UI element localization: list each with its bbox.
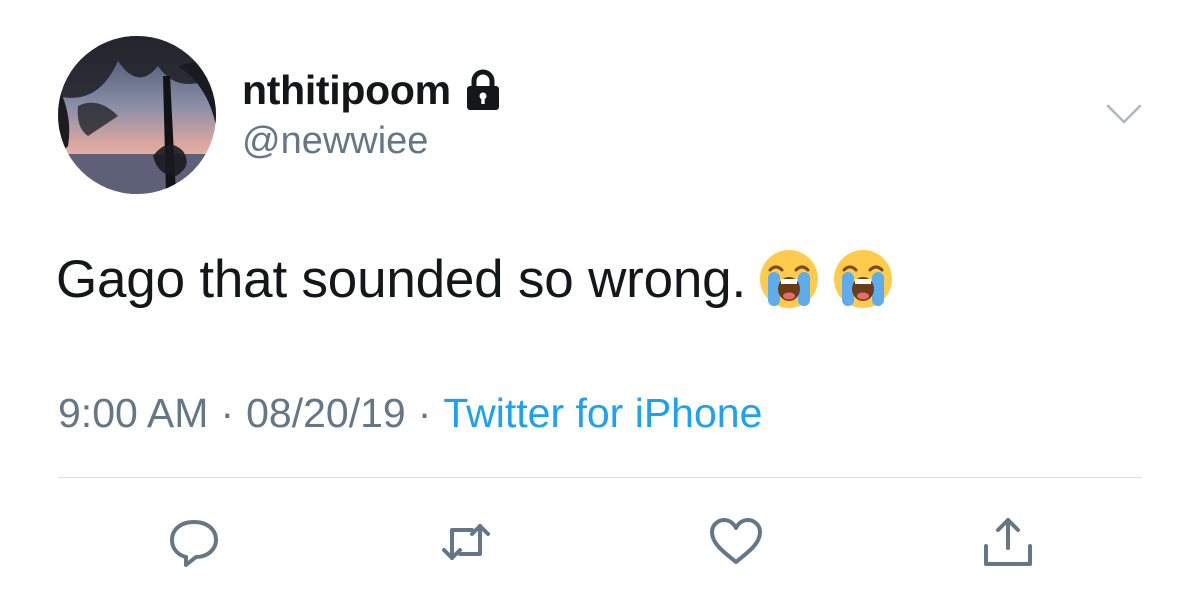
reply-icon[interactable] (164, 514, 224, 570)
display-name[interactable]: nthitipoom (242, 67, 451, 114)
like-icon[interactable] (706, 514, 766, 570)
avatar[interactable] (58, 36, 216, 194)
loudly-crying-face-icon (758, 248, 820, 310)
tweet-body: Gago that sounded so wrong. (56, 249, 746, 309)
tweet-source-link[interactable]: Twitter for iPhone (443, 390, 762, 437)
tweet-meta: 9:00 AM · 08/20/19 · Twitter for iPhone (58, 390, 762, 437)
lock-icon (465, 69, 501, 111)
chevron-down-icon[interactable] (1104, 100, 1144, 130)
loudly-crying-face-icon (832, 248, 894, 310)
tweet-card: nthitipoom @newwiee Gago that sounded so… (0, 0, 1200, 605)
user-handle[interactable]: @newwiee (242, 120, 428, 163)
user-name-row: nthitipoom (242, 62, 501, 118)
share-icon[interactable] (978, 514, 1038, 570)
meta-separator: · (220, 390, 235, 436)
meta-separator: · (417, 390, 432, 436)
tweet-date[interactable]: 08/20/19 (246, 390, 406, 437)
tweet-time[interactable]: 9:00 AM (58, 390, 208, 437)
tweet-text: Gago that sounded so wrong. (56, 248, 894, 310)
retweet-icon[interactable] (436, 514, 496, 570)
divider (58, 477, 1142, 478)
